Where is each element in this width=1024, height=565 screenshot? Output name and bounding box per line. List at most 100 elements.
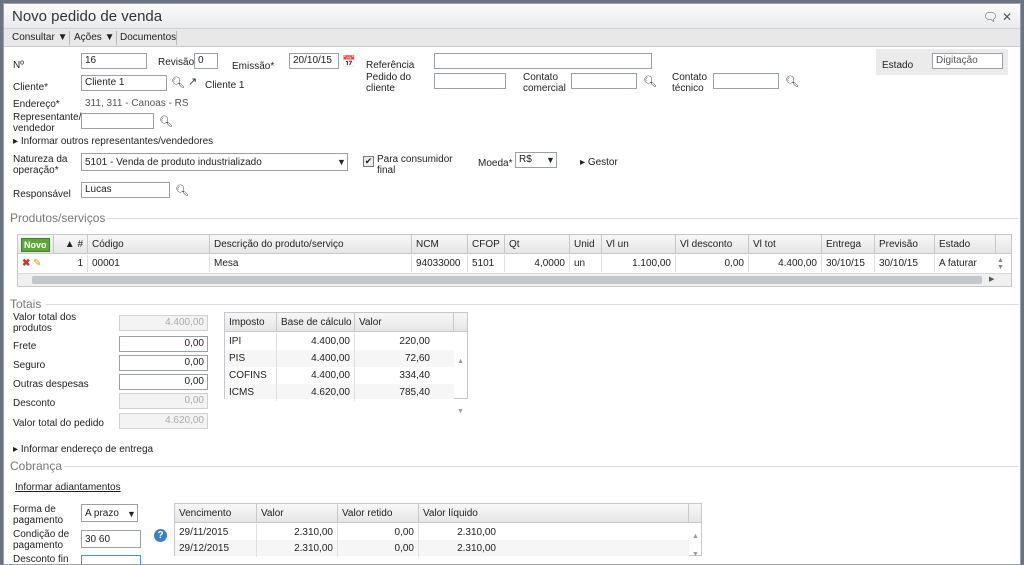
- novo-button[interactable]: Novo: [21, 238, 50, 252]
- menu-documentos[interactable]: Documentos: [120, 32, 176, 43]
- consumidor-label: final: [377, 165, 396, 176]
- revisao-label: Revisão: [158, 57, 195, 68]
- grid-header-descricao[interactable]: Descrição do produto/serviço: [210, 235, 412, 254]
- desconto-fin-field[interactable]: [81, 555, 141, 564]
- table-row[interactable]: COFINS 4.400,00 334,40: [225, 367, 454, 384]
- calendar-icon[interactable]: 📅: [342, 55, 356, 68]
- seguro-field[interactable]: 0,00: [119, 355, 208, 371]
- scrollbar-thumb[interactable]: [32, 276, 982, 284]
- help-icon[interactable]: ?: [154, 529, 167, 542]
- table-row[interactable]: 29/11/2015 2.310,00 0,00 2.310,00: [175, 524, 689, 541]
- horizontal-scrollbar[interactable]: ▶: [18, 273, 1011, 286]
- natureza-select[interactable]: 5101 - Venda de produto industrializado: [81, 153, 348, 171]
- menu-consultar[interactable]: Consultar ▼: [12, 32, 68, 43]
- menu-acoes[interactable]: Ações ▼: [74, 32, 114, 43]
- referencia-field[interactable]: [434, 53, 652, 69]
- chevron-right-icon: ▸: [13, 444, 19, 455]
- caret-down-icon: ▼: [57, 32, 68, 43]
- cell-vl-tot: 4.400,00: [749, 255, 822, 272]
- grid-header-estado[interactable]: Estado: [935, 235, 996, 254]
- cliente-field[interactable]: Cliente 1: [81, 75, 167, 91]
- impostos-header-base[interactable]: Base de cálculo: [277, 313, 355, 332]
- gestor-toggle[interactable]: ▸ Gestor: [580, 157, 618, 168]
- window-title: Novo pedido de venda: [12, 8, 163, 25]
- cell-base: 4.400,00: [277, 333, 355, 350]
- cell-number: 1: [54, 255, 88, 272]
- impostos-header-valor[interactable]: Valor: [355, 313, 454, 332]
- vertical-scrollbar[interactable]: ▲ ▼: [692, 528, 699, 564]
- endereco-entrega-toggle[interactable]: ▸ Informar endereço de entrega: [13, 444, 153, 455]
- cell-imposto: COFINS: [225, 367, 277, 384]
- grid-header-ncm[interactable]: NCM: [412, 235, 468, 254]
- grid-header-previsao[interactable]: Previsão: [875, 235, 935, 254]
- grid-header-entrega[interactable]: Entrega: [822, 235, 875, 254]
- parcelas-header-valor-liquido[interactable]: Valor líquido: [419, 504, 689, 523]
- cell-previsao: 30/10/15: [875, 255, 935, 272]
- close-icon[interactable]: ✕: [1002, 10, 1012, 24]
- vertical-scrollbar[interactable]: ▲ ▼: [457, 337, 464, 437]
- cell-ncm: 94033000: [412, 255, 468, 272]
- search-icon[interactable]: 🔍︎: [643, 75, 657, 88]
- menu-separator: [69, 31, 70, 45]
- grid-header-cfop[interactable]: CFOP: [468, 235, 505, 254]
- contato-tecnico-field[interactable]: [713, 73, 779, 89]
- dropdown-arrow-icon[interactable]: ▼: [546, 155, 555, 165]
- cell-qt: 4,0000: [505, 255, 570, 272]
- condicao-pagamento-field[interactable]: 30 60: [81, 530, 141, 548]
- cliente-link[interactable]: Cliente 1: [205, 80, 244, 91]
- pencil-icon[interactable]: ✎: [33, 258, 41, 269]
- parcelas-grid: Vencimento Valor Valor retido Valor líqu…: [174, 503, 702, 558]
- responsavel-label: Responsável: [13, 189, 71, 200]
- table-row[interactable]: ICMS 4.620,00 785,40: [225, 384, 454, 401]
- condicao-pagamento-label: pagamento: [13, 540, 64, 551]
- cell-unid: un: [570, 255, 602, 272]
- grid-header-filler: [996, 235, 1011, 254]
- grid-header-actions: Novo: [18, 235, 54, 254]
- table-row[interactable]: IPI 4.400,00 220,00: [225, 333, 454, 350]
- dropdown-arrow-icon[interactable]: ▼: [127, 509, 136, 519]
- grid-header-vl-un[interactable]: Vl un: [602, 235, 676, 254]
- outras-despesas-field[interactable]: 0,00: [119, 374, 208, 390]
- forma-pagamento-label: pagamento: [13, 515, 64, 526]
- grid-header-codigo[interactable]: Código: [88, 235, 210, 254]
- cell-valor-liquido: 2.310,00: [457, 527, 496, 538]
- grid-header-vl-tot[interactable]: Vl tot: [749, 235, 822, 254]
- numero-field[interactable]: 16: [81, 53, 147, 69]
- responsavel-field[interactable]: Lucas: [81, 182, 170, 198]
- frete-field[interactable]: 0,00: [119, 336, 208, 352]
- scroll-right-icon[interactable]: ▶: [989, 275, 994, 283]
- outros-representantes-toggle[interactable]: ▸ Informar outros representantes/vendedo…: [13, 136, 213, 147]
- table-row[interactable]: ✖ ✎ 1 00001 Mesa 94033000 5101 4,0000 un…: [18, 255, 996, 272]
- numero-label: Nº: [13, 60, 24, 71]
- grid-header-number[interactable]: ▲ #: [54, 235, 88, 254]
- informar-adiantamentos-link[interactable]: Informar adiantamentos: [15, 482, 121, 493]
- dropdown-arrow-icon[interactable]: ▼: [337, 157, 346, 167]
- delete-icon[interactable]: ✖: [22, 258, 30, 269]
- search-icon[interactable]: 🔍︎: [159, 115, 173, 128]
- grid-header-qt[interactable]: Qt: [505, 235, 570, 254]
- speech-bubble-icon[interactable]: 🗨: [983, 10, 998, 24]
- impostos-header-imposto[interactable]: Imposto: [225, 313, 277, 332]
- emissao-field[interactable]: 20/10/15: [289, 53, 339, 69]
- chevron-right-icon: ▸: [13, 136, 19, 147]
- contato-comercial-field[interactable]: [571, 73, 637, 89]
- totais-section-title: Totais: [10, 297, 42, 311]
- search-icon[interactable]: 🔍︎: [171, 76, 185, 89]
- vertical-scrollbar[interactable]: ▲ ▼: [997, 257, 1004, 271]
- pedido-cliente-field[interactable]: [434, 73, 506, 89]
- consumidor-checkbox[interactable]: ✔: [363, 156, 374, 167]
- grid-header-vl-desconto[interactable]: Vl desconto: [676, 235, 749, 254]
- parcelas-header-vencimento[interactable]: Vencimento: [175, 504, 257, 523]
- representante-field[interactable]: [81, 113, 154, 129]
- table-row[interactable]: PIS 4.400,00 72,60: [225, 350, 454, 367]
- grid-header-unid[interactable]: Unid: [570, 235, 602, 254]
- caret-down-icon: ▼: [104, 32, 115, 43]
- representante-label: vendedor: [13, 123, 55, 134]
- search-icon[interactable]: 🔍︎: [175, 184, 189, 197]
- revisao-field[interactable]: 0: [194, 53, 218, 69]
- table-row[interactable]: 29/12/2015 2.310,00 0,00 2.310,00: [175, 540, 689, 557]
- external-link-icon[interactable]: ↗: [188, 75, 197, 88]
- parcelas-header-valor-retido[interactable]: Valor retido: [338, 504, 419, 523]
- search-icon[interactable]: 🔍︎: [785, 75, 799, 88]
- parcelas-header-valor[interactable]: Valor: [257, 504, 338, 523]
